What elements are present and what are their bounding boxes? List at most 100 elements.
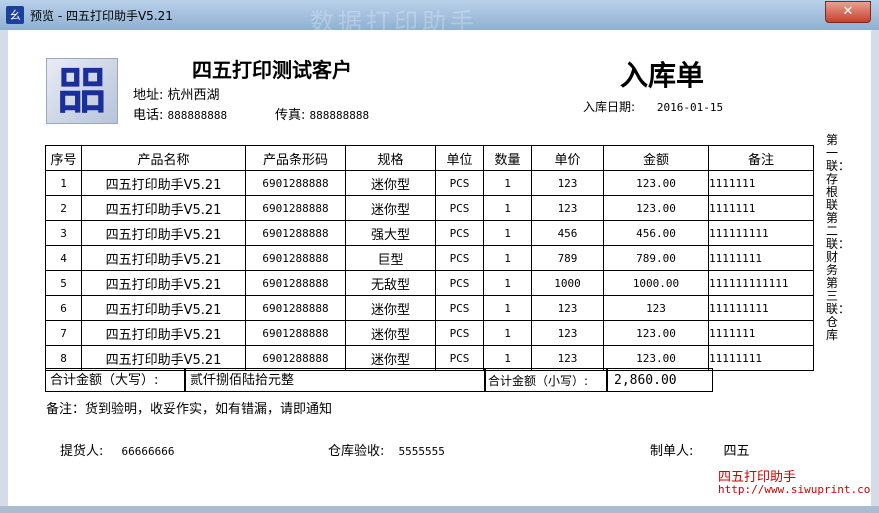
table-cell: 123 xyxy=(531,320,604,346)
table-cell: PCS xyxy=(435,245,484,271)
table-row: 1 四五打印助手V5.21 6901288888 迷你型 PCS 1 123 123.00 11… xyxy=(45,170,814,196)
table-cell: 6901288888 xyxy=(245,245,346,271)
column-header: 单价 xyxy=(531,145,604,171)
table-cell: 5 xyxy=(45,270,82,296)
table-cell: 迷你型 xyxy=(345,170,436,196)
close-button[interactable]: ✕ xyxy=(825,1,871,23)
fax-label: 传真: xyxy=(275,108,306,123)
table-cell: 123.00 xyxy=(603,320,709,346)
table-cell: 8 xyxy=(45,345,82,371)
table-cell: 123 xyxy=(531,295,604,321)
table-row: 2 四五打印助手V5.21 6901288888 迷你型 PCS 1 123 123.00 11… xyxy=(45,195,814,221)
window-bottom-border xyxy=(0,506,879,513)
table-cell: 1000.00 xyxy=(603,270,709,296)
table-cell: 1111111 xyxy=(708,320,814,346)
table-cell: 6901288888 xyxy=(245,345,346,371)
table-cell: 1111111 xyxy=(708,170,814,196)
maker-value: 四五 xyxy=(723,444,750,459)
table-cell: 1 xyxy=(483,345,532,371)
table-cell: 4 xyxy=(45,245,82,271)
company-logo: 㗊 xyxy=(46,58,118,124)
column-header: 序号 xyxy=(45,145,82,171)
table-cell: 迷你型 xyxy=(345,195,436,221)
table-cell: 123.00 xyxy=(603,170,709,196)
table-cell: 1 xyxy=(483,170,532,196)
table-cell: PCS xyxy=(435,170,484,196)
table-cell: 1 xyxy=(483,270,532,296)
maker-label: 制单人: xyxy=(650,444,694,459)
table-cell: PCS xyxy=(435,345,484,371)
table-cell: 111111111111 xyxy=(708,270,814,296)
table-cell: 111111111 xyxy=(708,295,814,321)
table-cell: 1 xyxy=(483,245,532,271)
table-cell: 123 xyxy=(603,295,709,321)
table-cell: 1000 xyxy=(531,270,604,296)
picker-value: 66666666 xyxy=(121,445,175,458)
table-cell: 11111111 xyxy=(708,345,814,371)
table-cell: 2 xyxy=(45,195,82,221)
table-cell: 四五打印助手V5.21 xyxy=(81,320,246,346)
window-titlebar: ㄠ 预览 - 四五打印助手V5.21 数据打印助手 ✕ xyxy=(0,0,879,36)
picker-label: 提货人: xyxy=(60,444,104,459)
table-cell: 789 xyxy=(531,245,604,271)
table-cell: 6901288888 xyxy=(245,270,346,296)
print-preview-page: 㗊 四五打印测试客户 地址: 杭州西湖 电话: 888888888 传真: 88… xyxy=(8,30,871,506)
table-cell: PCS xyxy=(435,320,484,346)
phone-line: 电话: 888888888 xyxy=(133,104,227,123)
table-cell: 四五打印助手V5.21 xyxy=(81,295,246,321)
table-cell: PCS xyxy=(435,295,484,321)
table-cell: 1 xyxy=(483,320,532,346)
table-cell: 1111111 xyxy=(708,195,814,221)
table-cell: 3 xyxy=(45,220,82,246)
table-cell: 111111111 xyxy=(708,220,814,246)
column-header: 备注 xyxy=(708,145,814,171)
table-header-row: 序号 产品名称 产品条形码 规格 单位 数量 单价 金额 备注 xyxy=(45,145,814,171)
window-right-border xyxy=(871,30,879,506)
table-cell: 四五打印助手V5.21 xyxy=(81,170,246,196)
copies-note: 第一联：存根联 第二联：财务 第三联：仓库 xyxy=(826,133,851,342)
table-cell: 7 xyxy=(45,320,82,346)
table-cell: 6901288888 xyxy=(245,195,346,221)
table-cell: 四五打印助手V5.21 xyxy=(81,270,246,296)
table-cell: 迷你型 xyxy=(345,345,436,371)
warehouse-value: 5555555 xyxy=(398,445,445,458)
warehouse-label: 仓库验收: xyxy=(328,444,385,459)
date-value: 2016-01-15 xyxy=(656,101,724,114)
table-cell: 456 xyxy=(531,220,604,246)
fax-value: 888888888 xyxy=(309,109,370,122)
table-cell: 123 xyxy=(531,195,604,221)
table-cell: 巨型 xyxy=(345,245,436,271)
table-cell: 123 xyxy=(531,170,604,196)
column-header: 规格 xyxy=(345,145,436,171)
table-cell: 强大型 xyxy=(345,220,436,246)
table-cell: PCS xyxy=(435,270,484,296)
date-line: 入库日期: 2016-01-15 xyxy=(583,98,723,115)
table-row: 8 四五打印助手V5.21 6901288888 迷你型 PCS 1 123 123.00 11… xyxy=(45,345,814,371)
window-left-border xyxy=(0,30,8,506)
table-cell: 迷你型 xyxy=(345,320,436,346)
address-label: 地址: xyxy=(133,88,164,103)
footer-note: 备注：货到验明，收妥作实，如有错漏，请即通知 xyxy=(46,402,333,417)
column-header: 单位 xyxy=(435,145,484,171)
column-header: 产品条形码 xyxy=(245,145,346,171)
table-cell: 无敌型 xyxy=(345,270,436,296)
phone-label: 电话: xyxy=(133,108,164,123)
table-cell: 6901288888 xyxy=(245,295,346,321)
document-title: 入库单 xyxy=(620,59,705,92)
table-cell: 456.00 xyxy=(603,220,709,246)
items-table: 序号 产品名称 产品条形码 规格 单位 数量 单价 金额 备注 1 四五打印助手V5.21 69012… xyxy=(45,145,814,371)
phone-value: 888888888 xyxy=(167,109,228,122)
column-header: 产品名称 xyxy=(81,145,246,171)
total-upper-value: 贰仟捌佰陆拾元整 xyxy=(185,368,485,392)
table-row: 7 四五打印助手V5.21 6901288888 迷你型 PCS 1 123 123.00 11… xyxy=(45,320,814,346)
window-title: 预览 - 四五打印助手V5.21 xyxy=(30,9,173,23)
table-row: 3 四五打印助手V5.21 6901288888 强大型 PCS 1 456 456.00 11… xyxy=(45,220,814,246)
total-lower-label: 合计金额（小写）: xyxy=(485,368,607,392)
table-cell: 四五打印助手V5.21 xyxy=(81,345,246,371)
address-line: 地址: 杭州西湖 xyxy=(133,84,220,103)
table-cell: 四五打印助手V5.21 xyxy=(81,195,246,221)
address-value: 杭州西湖 xyxy=(167,88,220,103)
table-cell: 1 xyxy=(483,220,532,246)
logo-icon: 㗊 xyxy=(57,62,107,120)
brand-url[interactable]: http://www.siwuprint.co xyxy=(718,483,870,496)
